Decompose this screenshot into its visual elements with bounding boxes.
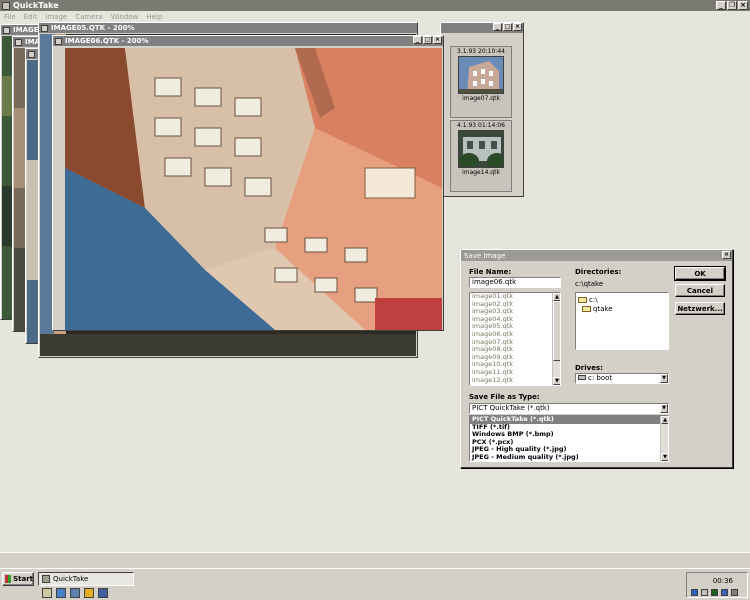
restore-button[interactable]: ❐ [727,1,737,10]
quick-launch-icon[interactable] [84,588,94,598]
window-icon [55,37,62,45]
windows-logo-icon [5,575,12,583]
menu-camera[interactable]: Camera [75,13,102,21]
drives-label: Drives: [575,364,603,372]
quick-launch-icon[interactable] [98,588,108,598]
taskbar: Start QuickTake 00:36 [0,568,750,600]
chevron-down-icon[interactable]: ▼ [660,404,668,413]
close-button[interactable]: × [513,23,522,31]
maximize-button[interactable]: □ [423,36,432,44]
window-icon [41,24,48,32]
thumbnail-timestamp: 4.1.93 01:14:06 [457,122,505,129]
tray-icon[interactable] [721,589,728,596]
scroll-up-button[interactable]: ▲ [661,416,668,424]
menu-file[interactable]: File [4,13,16,21]
dropdown-option[interactable]: JPEG - Medium quality (*.jpg) [470,453,668,461]
clock: 00:36 [712,577,733,585]
thumbnail-image[interactable] [458,130,504,168]
save-type-label: Save File as Type: [469,393,540,401]
scroll-up-button[interactable]: ▲ [553,293,560,301]
tray-icon[interactable] [711,589,718,596]
start-label: Start [13,575,33,583]
menu-bar: File Edit Image Camera Window Help [0,11,750,22]
close-button[interactable]: × [738,1,748,10]
maximize-button[interactable]: □ [503,23,512,31]
dialog-title: Save Image [464,251,506,260]
thumbnail-name: image07.qtk [462,95,500,102]
save-image-dialog[interactable]: Save Image × File Name: image06.qtk imag… [460,249,733,468]
close-button[interactable]: × [433,36,442,44]
window-icon [3,26,10,34]
file-list[interactable]: image01.qtk image02.qtk image03.qtk imag… [469,292,561,386]
drives-select[interactable]: c: boot ▼ [575,373,669,384]
window-icon [28,50,35,58]
taskbar-item-quicktake[interactable]: QuickTake [38,572,134,586]
menu-window[interactable]: Window [111,13,139,21]
window-titlebar: IMAGE05.QTK - 200% [39,23,417,33]
thumbnail-name: image14.qtk [462,169,500,176]
window-title: IMAGE05.QTK - 200% [51,24,135,32]
app-icon [2,1,10,10]
chevron-down-icon[interactable]: ▼ [660,374,668,383]
minimize-button[interactable]: _ [716,1,726,10]
minimize-button[interactable]: _ [413,36,422,44]
quick-launch-icon[interactable] [42,588,52,598]
drive-icon [578,375,586,380]
system-tray: 00:36 [686,572,748,598]
network-button[interactable]: Netzwerk... [675,302,725,315]
dialog-titlebar: Save Image × [461,250,732,261]
menu-help[interactable]: Help [146,13,162,21]
cancel-button[interactable]: Cancel [675,284,725,297]
save-type-select[interactable]: PICT QuickTake (*.qtk) ▼ [469,403,669,414]
window-icon [15,38,22,46]
app-titlebar: QuickTake _ ❐ × [0,0,750,11]
save-type-dropdown[interactable]: PICT QuickTake (*.qtk) TIFF (*.tif) Wind… [469,415,669,462]
horizontal-scrollbar[interactable] [0,552,750,568]
file-name-input[interactable]: image06.qtk [469,277,561,288]
dropdown-scrollbar[interactable]: ▲ ▼ [660,416,668,461]
photo-image [65,48,442,330]
thumbnail-card[interactable]: 3.1.93 20:10:44 image07.qtk [450,46,512,118]
dialog-close-button[interactable]: × [722,251,731,259]
open-folder-icon [582,305,591,312]
thumbnail-image[interactable] [458,56,504,94]
scroll-down-button[interactable]: ▼ [661,453,668,461]
directory-item[interactable]: qtake [578,304,666,313]
directory-item[interactable]: c:\ [578,295,666,304]
scroll-down-button[interactable]: ▼ [553,377,560,385]
directories-label: Directories: [575,268,622,276]
open-folder-icon [578,296,587,303]
file-list-scrollbar[interactable]: ▲ ▼ [552,293,560,385]
thumbnail-timestamp: 3.1.93 20:10:44 [457,48,505,55]
window-title: IMAGE06.QTK - 200% [65,37,149,45]
photo-collection-titlebar: _ □ × [441,23,523,33]
quick-launch-icon[interactable] [70,588,80,598]
image-window-06[interactable]: IMAGE06.QTK - 200% _ □ × [52,35,444,331]
quick-launch-icon[interactable] [56,588,66,598]
taskbar-item-label: QuickTake [53,575,89,583]
list-item[interactable]: image12.qtk [470,376,560,385]
window-titlebar: IMAGE06.QTK - 200% _ □ × [53,36,443,46]
start-button[interactable]: Start [2,572,34,586]
menu-edit[interactable]: Edit [24,13,38,21]
minimize-button[interactable]: _ [493,23,502,31]
thumbnail-card[interactable]: 4.1.93 01:14:06 image14.qtk [450,120,512,192]
menu-image[interactable]: Image [45,13,67,21]
app-icon [42,575,50,583]
tray-icon[interactable] [691,589,698,596]
scroll-thumb[interactable] [553,301,560,361]
ok-button[interactable]: OK [674,266,726,281]
directory-list[interactable]: c:\ qtake [575,292,669,350]
current-directory: c:\qtake [575,280,604,288]
tray-icon[interactable] [731,589,738,596]
file-name-label: File Name: [469,268,512,276]
app-title: QuickTake [13,1,59,10]
tray-icon[interactable] [701,589,708,596]
